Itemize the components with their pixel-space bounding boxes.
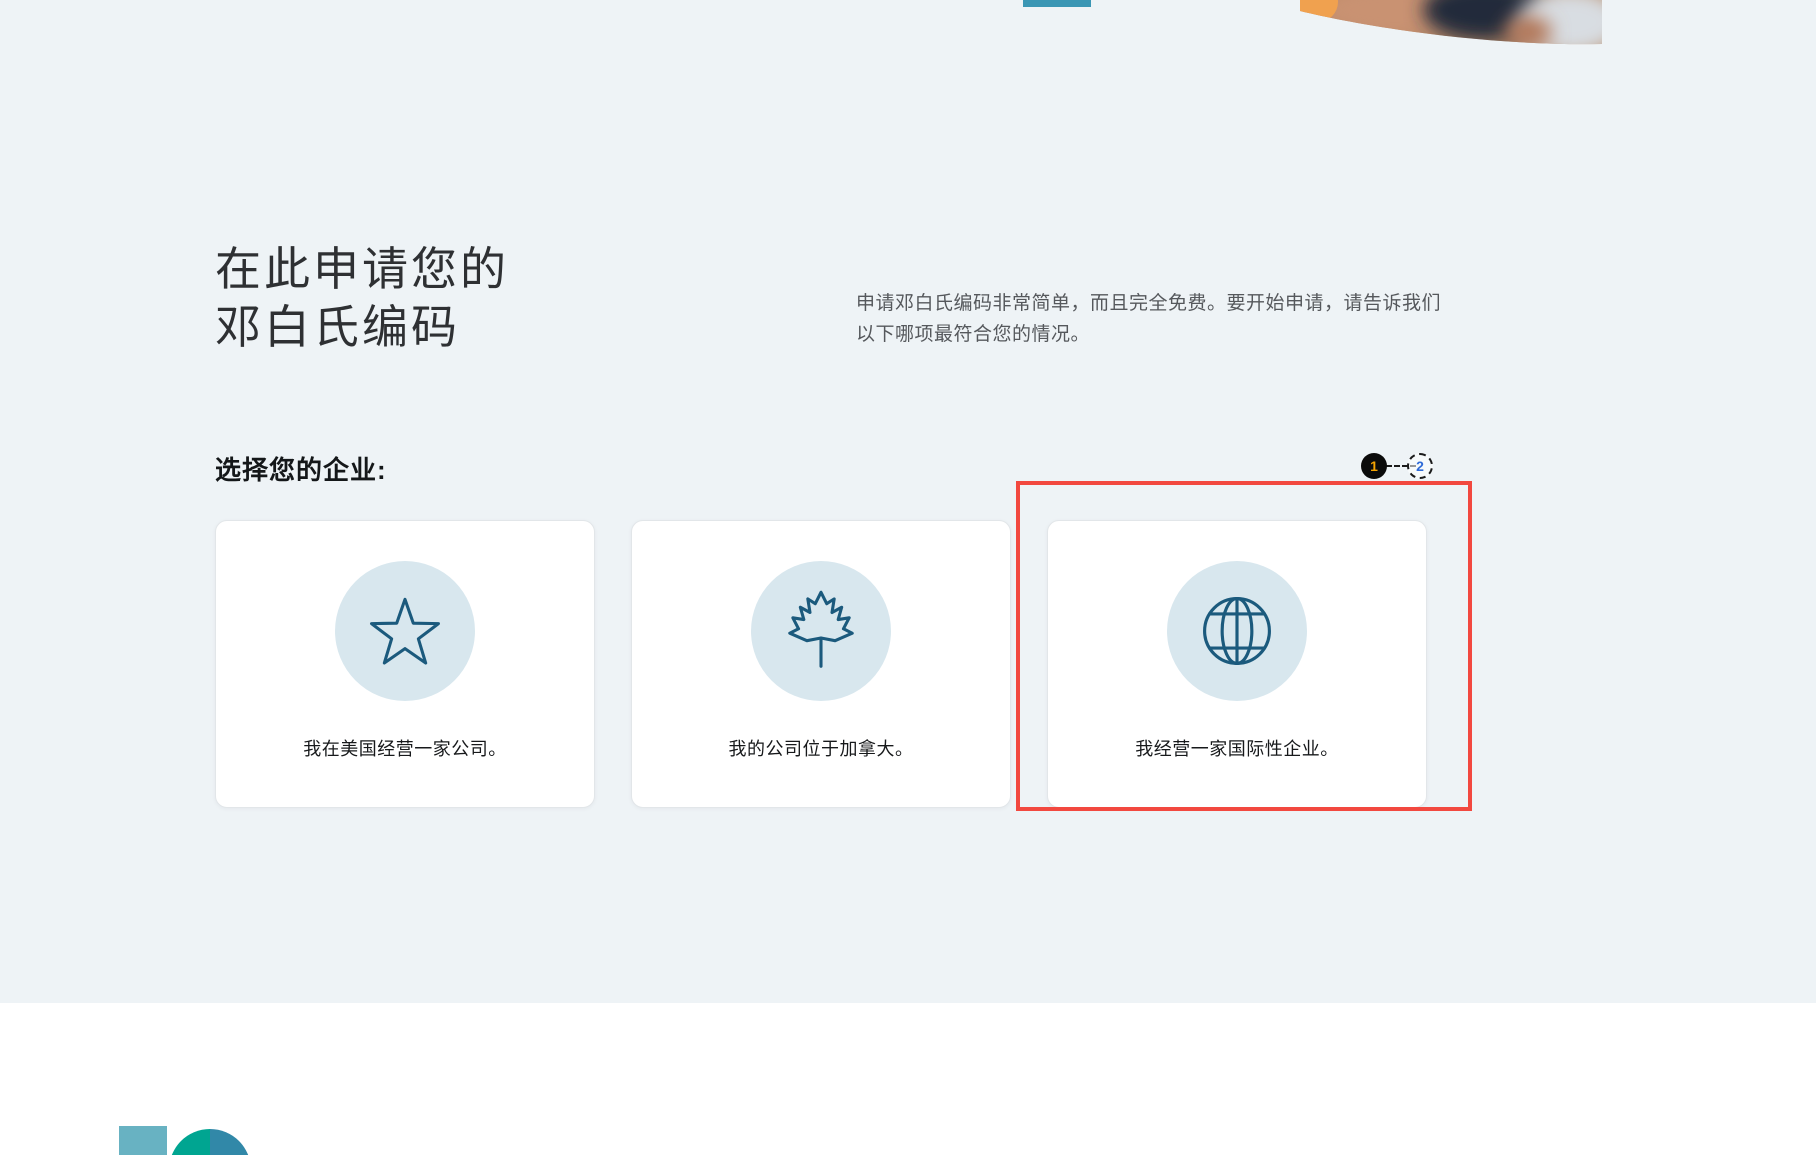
option-card-us-company[interactable]: 我在美国经营一家公司。: [215, 520, 595, 808]
page-description-line1: 申请邓白氏编码非常简单，而且完全免费。要开始申请，请告诉我们: [856, 293, 1442, 314]
hero-photo: [1300, 0, 1602, 46]
chooser-label: 选择您的企业:: [215, 455, 387, 485]
option-card-label: 我经营一家国际性企业。: [1135, 739, 1339, 759]
annotation-badge-1: 1: [1361, 453, 1387, 479]
logo-square-fragment: [119, 1126, 167, 1155]
footer-section-background: [0, 1003, 1816, 1155]
logo-dome-fragment: [171, 1129, 249, 1155]
option-card-label: 我的公司位于加拿大。: [728, 739, 914, 759]
star-icon: [370, 597, 440, 665]
option-card-international-company[interactable]: 我经营一家国际性企业。: [1047, 520, 1427, 808]
page-description: 申请邓白氏编码非常简单，而且完全免费。要开始申请，请告诉我们 以下哪项最符合您的…: [856, 288, 1496, 350]
annotation-badge-2: 2: [1407, 453, 1433, 479]
orange-circle-graphic: [1300, 0, 1338, 22]
option-card-label: 我在美国经营一家公司。: [303, 739, 507, 759]
top-button-fragment[interactable]: [1023, 0, 1091, 7]
option-card-canada-company[interactable]: 我的公司位于加拿大。: [631, 520, 1011, 808]
hero-photo-image: [1300, 0, 1602, 45]
page-title-line2: 邓白氏编码: [215, 301, 460, 353]
hero-section-background: [0, 0, 1816, 1003]
business-option-cards: 我在美国经营一家公司。 我的公司位于加拿大。 我经营一家国际性企业。: [215, 520, 1427, 808]
maple-leaf-icon: [788, 590, 854, 668]
star-icon-circle: [335, 561, 475, 701]
globe-icon: [1203, 597, 1271, 665]
page-title-line1: 在此申请您的: [215, 243, 509, 295]
page-title: 在此申请您的 邓白氏编码: [215, 240, 509, 356]
page-description-line2: 以下哪项最符合您的情况。: [856, 324, 1091, 345]
globe-icon-circle: [1167, 561, 1307, 701]
maple-leaf-icon-circle: [751, 561, 891, 701]
page: 在此申请您的 邓白氏编码 申请邓白氏编码非常简单，而且完全免费。要开始申请，请告…: [0, 0, 1816, 1155]
